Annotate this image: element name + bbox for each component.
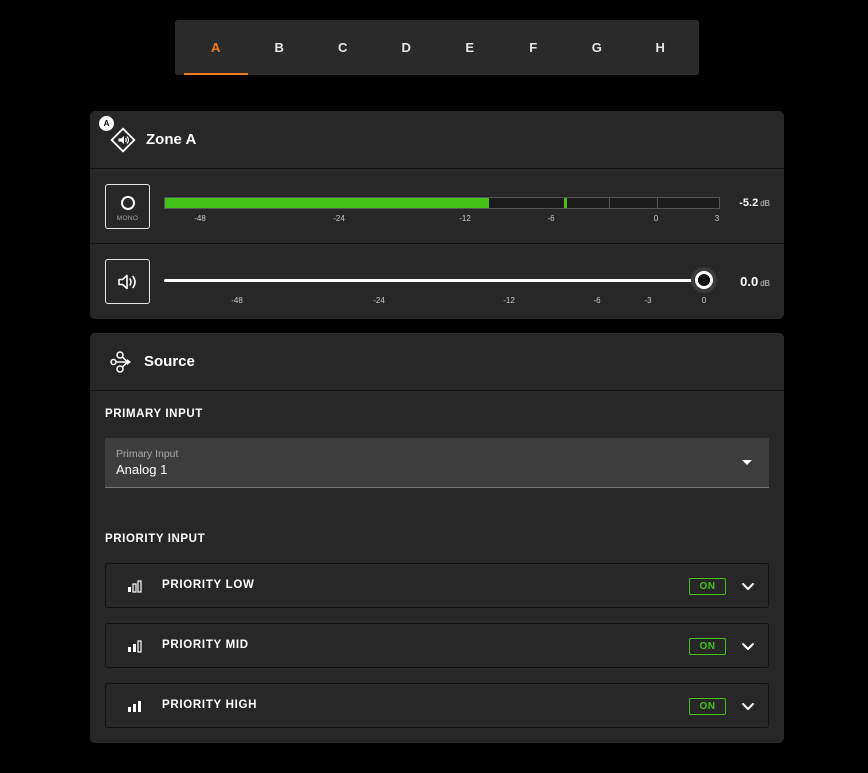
- meter-readout-unit: dB: [760, 199, 770, 208]
- volume-slider-thumb[interactable]: [695, 271, 713, 289]
- mono-button[interactable]: MONO: [105, 184, 150, 229]
- meter-scale: -48 -24 -12 -6 0 3: [164, 214, 720, 224]
- meter-scale-label: 0: [653, 214, 659, 223]
- source-title: Source: [144, 353, 195, 370]
- volume-scale: -48 -24 -12 -6 -3 0: [164, 296, 720, 306]
- zone-header: A Zone A: [90, 111, 784, 169]
- meter-scale-label: -12: [459, 214, 471, 223]
- level-meter: [164, 197, 720, 209]
- priority-low-label: PRIORITY LOW: [162, 579, 255, 591]
- priority-high-row[interactable]: PRIORITY HIGH ON: [105, 683, 769, 728]
- tab-g[interactable]: G: [565, 20, 629, 75]
- level-meter-peak: [563, 198, 567, 208]
- priority-low-row[interactable]: PRIORITY LOW ON: [105, 563, 769, 608]
- source-header: Source: [90, 333, 784, 391]
- priority-mid-status-badge[interactable]: ON: [689, 638, 726, 655]
- primary-input-placeholder: Primary Input: [116, 448, 179, 460]
- primary-input-select[interactable]: Primary Input Analog 1: [105, 438, 769, 488]
- meter-scale-label: -6: [547, 214, 555, 223]
- priority-high-status-badge[interactable]: ON: [689, 698, 726, 715]
- priority-mid-row[interactable]: PRIORITY MID ON: [105, 623, 769, 668]
- meter-scale-label: -24: [333, 214, 345, 223]
- chevron-down-icon[interactable]: [740, 638, 756, 654]
- mono-circle-icon: [120, 195, 135, 210]
- mono-label: MONO: [116, 214, 139, 222]
- volume-readout-unit: dB: [760, 279, 770, 288]
- mute-button[interactable]: [105, 259, 150, 304]
- priority-high-label: PRIORITY HIGH: [162, 699, 258, 711]
- primary-input-heading: PRIMARY INPUT: [105, 408, 203, 420]
- priority-high-icon: [128, 701, 141, 712]
- tab-a[interactable]: A: [184, 20, 248, 75]
- priority-low-status-badge[interactable]: ON: [689, 578, 726, 595]
- volume-row: -48 -24 -12 -6 -3 0 0.0 dB: [90, 244, 784, 319]
- meter-readout: -5.2 dB: [739, 197, 770, 209]
- zone-tabs: A B C D E F G H: [175, 20, 699, 75]
- tab-f[interactable]: F: [502, 20, 566, 75]
- zone-badge: A: [99, 115, 114, 131]
- volume-scale-label: 0: [701, 296, 707, 305]
- meter-tick: [657, 198, 658, 208]
- zone-speaker-icon: [110, 126, 136, 153]
- priority-low-icon: [128, 580, 142, 593]
- speaker-icon: [117, 274, 136, 289]
- meter-readout-value: -5.2: [739, 197, 759, 209]
- tab-h[interactable]: H: [629, 20, 693, 75]
- meter-row: MONO -48 -24 -12 -6 0 3 -5.2 dB: [90, 169, 784, 244]
- source-card: Source PRIMARY INPUT Primary Input Analo…: [90, 333, 784, 743]
- volume-slider[interactable]: [164, 271, 713, 289]
- volume-scale-label: -48: [231, 296, 243, 305]
- chevron-down-icon[interactable]: [740, 698, 756, 714]
- volume-scale-label: -6: [593, 296, 601, 305]
- chevron-down-icon[interactable]: [740, 578, 756, 594]
- zone-title: Zone A: [146, 131, 197, 148]
- priority-input-heading: PRIORITY INPUT: [105, 533, 206, 545]
- tab-d[interactable]: D: [375, 20, 439, 75]
- meter-tick: [609, 198, 610, 208]
- tab-e[interactable]: E: [438, 20, 502, 75]
- volume-scale-label: -24: [373, 296, 385, 305]
- primary-input-value: Analog 1: [116, 462, 168, 477]
- zone-icon-wrap: A: [99, 115, 136, 153]
- meter-scale-label: 3: [714, 214, 720, 223]
- zone-card: A Zone A MONO -48 -24 -12 -6 0 3 -5.2 dB…: [90, 111, 784, 319]
- meter-scale-label: -48: [194, 214, 206, 223]
- tab-b[interactable]: B: [248, 20, 312, 75]
- volume-scale-label: -3: [644, 296, 652, 305]
- source-icon: [110, 350, 131, 373]
- volume-scale-label: -12: [503, 296, 515, 305]
- volume-readout: 0.0 dB: [740, 274, 770, 289]
- tab-c[interactable]: C: [311, 20, 375, 75]
- priority-mid-icon: [128, 640, 142, 653]
- priority-mid-label: PRIORITY MID: [162, 639, 249, 651]
- level-meter-fill: [165, 198, 490, 208]
- caret-down-icon: [742, 460, 752, 465]
- volume-readout-value: 0.0: [740, 274, 759, 289]
